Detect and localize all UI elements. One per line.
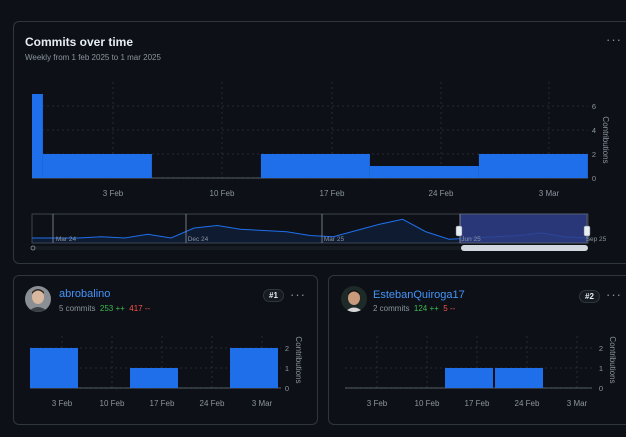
additions-count: 124 ++: [413, 304, 439, 313]
bar: [32, 94, 43, 178]
y-axis-label: Contributions: [294, 336, 303, 383]
main-commits-chart: 0 2 4 6 3 Feb 10 Feb 17 Feb 24 Feb 3 Mar Contribu…: [32, 82, 610, 198]
bar: [42, 154, 152, 178]
range-handle-left[interactable]: [455, 225, 463, 237]
y-axis-label: Contributions: [601, 116, 610, 163]
y-tick-label: 2: [285, 344, 289, 353]
bar: [478, 154, 588, 178]
overview-label: Mar 24: [56, 236, 77, 243]
overview-label: Mar 25: [324, 236, 345, 243]
y-tick-label: 0: [599, 384, 603, 393]
contributor-stats: 5 commits 253 ++ 417 --: [59, 304, 150, 313]
overview-label: Dec 24: [188, 236, 209, 243]
x-tick-label: 10 Feb: [415, 399, 440, 408]
x-tick-label: 3 Mar: [539, 189, 560, 198]
contributor-chart: 0 1 2 3 Feb 10 Feb 17 Feb 24 Feb 3 Mar Contribut…: [345, 336, 617, 408]
scrollbar-thumb[interactable]: [461, 245, 588, 251]
y-tick-label: 2: [599, 344, 603, 353]
bar: [260, 154, 370, 178]
bar: [445, 368, 493, 388]
x-tick-label: 3 Mar: [567, 399, 588, 408]
x-tick-label: 10 Feb: [100, 399, 125, 408]
x-tick-label: 24 Feb: [429, 189, 454, 198]
x-tick-label: 24 Feb: [200, 399, 225, 408]
bar: [30, 348, 78, 388]
range-overview-chart[interactable]: Mar 24 Dec 24 Mar 25 Jun 25 Sep 25: [0, 205, 626, 260]
rank-badge: #2: [579, 290, 600, 303]
y-tick-label: 2: [592, 150, 596, 159]
contributor-chart: 0 1 2 3 Feb 10 Feb 17 Feb 24 Feb 3 Mar Contribut…: [30, 336, 303, 408]
x-tick-label: 3 Mar: [252, 399, 273, 408]
contributor-name-link[interactable]: EstebanQuiroga17: [373, 289, 465, 301]
deletions-count: 5 --: [443, 304, 456, 313]
kebab-horizontal-icon[interactable]: ···: [606, 287, 622, 302]
bar: [130, 368, 178, 388]
x-tick-label: 17 Feb: [320, 189, 345, 198]
bar: [230, 348, 278, 388]
user-avatar-icon[interactable]: [341, 286, 367, 312]
contributor-name-link[interactable]: abrobalino: [59, 288, 110, 300]
range-handle-right[interactable]: [583, 225, 591, 237]
x-tick-label: 3 Feb: [52, 399, 73, 408]
x-tick-label: 3 Feb: [367, 399, 388, 408]
y-tick-label: 0: [285, 384, 289, 393]
commits-count[interactable]: 2 commits: [373, 304, 409, 313]
kebab-horizontal-icon[interactable]: ···: [290, 287, 306, 302]
y-tick-label: 1: [599, 364, 603, 373]
y-tick-label: 1: [285, 364, 289, 373]
x-tick-label: 17 Feb: [465, 399, 490, 408]
overview-label: Jun 25: [461, 236, 481, 243]
x-tick-label: 10 Feb: [210, 189, 235, 198]
y-axis-label: Contributions: [608, 336, 617, 383]
commits-count[interactable]: 5 commits: [59, 304, 95, 313]
x-tick-label: 24 Feb: [515, 399, 540, 408]
x-tick-label: 17 Feb: [150, 399, 175, 408]
y-tick-label: 0: [592, 174, 596, 183]
bar: [495, 368, 543, 388]
additions-count: 253 ++: [99, 304, 125, 313]
deletions-count: 417 --: [129, 304, 151, 313]
y-tick-label: 6: [592, 102, 596, 111]
rank-badge: #1: [263, 289, 284, 302]
contributor-stats: 2 commits 124 ++ 5 --: [373, 304, 455, 313]
bar: [369, 166, 479, 178]
overview-label: Sep 25: [586, 236, 607, 243]
y-tick-label: 4: [592, 126, 596, 135]
user-avatar-icon[interactable]: [25, 286, 51, 312]
x-tick-label: 3 Feb: [103, 189, 124, 198]
